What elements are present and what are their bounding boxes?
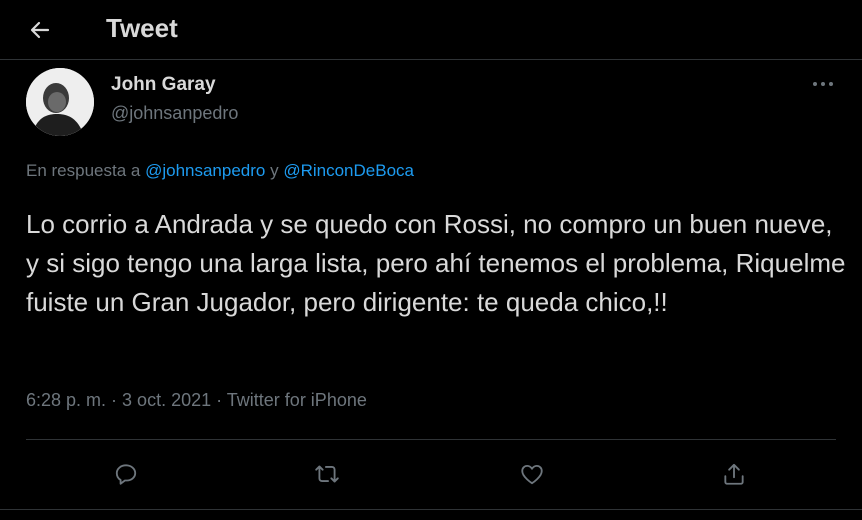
divider bbox=[0, 509, 862, 510]
meta-separator: · bbox=[106, 390, 123, 410]
more-options-button[interactable] bbox=[808, 74, 838, 94]
tweet-time[interactable]: 6:28 p. m. bbox=[26, 390, 106, 410]
like-button[interactable] bbox=[512, 454, 552, 494]
reply-prefix: En respuesta a bbox=[26, 161, 146, 180]
page-title: Tweet bbox=[106, 13, 178, 43]
tweet-source[interactable]: Twitter for iPhone bbox=[227, 390, 367, 410]
reply-icon bbox=[115, 464, 137, 485]
meta-separator: · bbox=[211, 390, 227, 410]
top-bar: Tweet bbox=[0, 0, 862, 60]
share-button[interactable] bbox=[714, 454, 754, 494]
share-icon bbox=[724, 463, 744, 485]
retweet-button[interactable] bbox=[307, 454, 347, 494]
action-bar bbox=[0, 440, 862, 510]
tweet-date[interactable]: 3 oct. 2021 bbox=[122, 390, 211, 410]
avatar[interactable] bbox=[26, 68, 94, 136]
more-icon bbox=[813, 82, 833, 86]
profile-photo bbox=[26, 68, 94, 136]
mention-link[interactable]: @johnsanpedro bbox=[145, 161, 265, 180]
reply-button[interactable] bbox=[106, 454, 146, 494]
author-name[interactable]: John Garay bbox=[111, 74, 216, 96]
retweet-icon bbox=[315, 465, 339, 483]
reply-conjunction: y bbox=[265, 161, 284, 180]
back-button[interactable] bbox=[24, 14, 56, 46]
tweet-text: Lo corrio a Andrada y se quedo con Rossi… bbox=[26, 209, 846, 317]
mention-link[interactable]: @RinconDeBoca bbox=[283, 161, 414, 180]
author-handle[interactable]: @johnsanpedro bbox=[111, 103, 238, 124]
tweet-metadata: 6:28 p. m. · 3 oct. 2021 · Twitter for i… bbox=[26, 390, 367, 411]
arrow-left-icon bbox=[30, 21, 50, 39]
like-icon bbox=[521, 464, 543, 485]
reply-context: En respuesta a @johnsanpedro y @RinconDe… bbox=[26, 161, 414, 181]
